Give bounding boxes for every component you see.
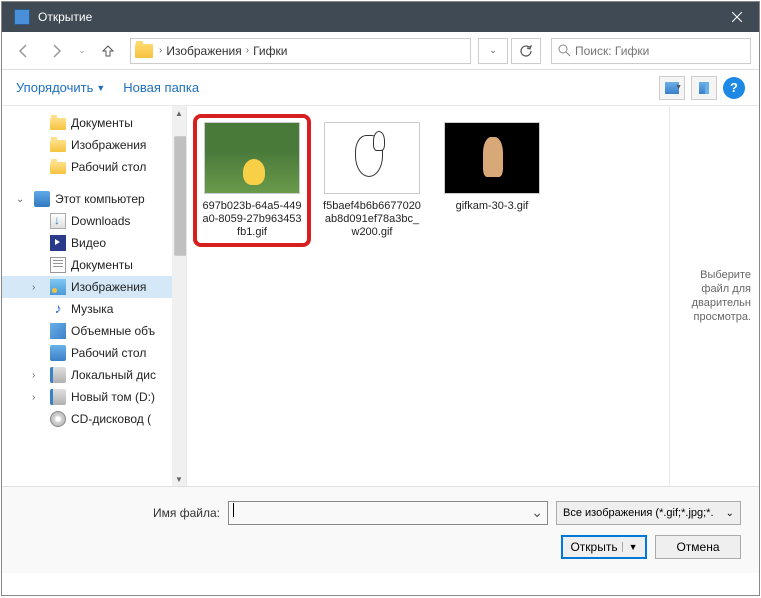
tree-item-music[interactable]: ♪Музыка <box>2 298 186 320</box>
scroll-thumb[interactable] <box>174 136 187 256</box>
organize-button[interactable]: Упорядочить▼ <box>16 80 105 95</box>
view-mode-button[interactable] <box>659 76 685 100</box>
chevron-down-icon: ▼ <box>622 542 638 552</box>
tree-item-cddrive[interactable]: CD-дисковод ( <box>2 408 186 430</box>
dialog-body: Документы Изображения Рабочий стол ⌄Этот… <box>2 106 759 486</box>
chevron-down-icon: ⌄ <box>726 508 734 519</box>
tree-item-images2[interactable]: ›Изображения <box>2 276 186 298</box>
tree-item-documents2[interactable]: Документы <box>2 254 186 276</box>
folder-icon <box>135 44 153 58</box>
breadcrumb-level1[interactable]: Изображения <box>162 44 245 58</box>
tree-item-downloads[interactable]: Downloads <box>2 210 186 232</box>
refresh-button[interactable] <box>511 38 541 64</box>
breadcrumb-level2[interactable]: Гифки <box>249 44 291 58</box>
app-icon <box>14 9 30 25</box>
file-name: f5baef4b6b6677020ab8d091ef78a3bc_w200.gi… <box>321 200 423 239</box>
navigation-tree[interactable]: Документы Изображения Рабочий стол ⌄Этот… <box>2 106 187 486</box>
preview-pane-button[interactable] <box>691 76 717 100</box>
new-folder-button[interactable]: Новая папка <box>123 80 199 95</box>
command-toolbar: Упорядочить▼ Новая папка ? <box>2 70 759 106</box>
window-title: Открытие <box>38 10 714 24</box>
thumbnail <box>444 122 540 194</box>
file-list[interactable]: 697b023b-64a5-449a0-8059-27b963453fb1.gi… <box>187 106 669 486</box>
search-box[interactable] <box>551 38 751 64</box>
file-item[interactable]: f5baef4b6b6677020ab8d091ef78a3bc_w200.gi… <box>317 118 427 243</box>
chevron-down-icon: ▼ <box>96 83 105 93</box>
file-type-filter[interactable]: Все изображения (*.gif;*.jpg;*.⌄ <box>556 501 741 525</box>
scroll-up-icon[interactable]: ▲ <box>172 106 186 120</box>
tree-scrollbar[interactable]: ▲ ▼ <box>172 106 186 486</box>
tree-item-images[interactable]: Изображения <box>2 134 186 156</box>
address-bar[interactable]: › Изображения › Гифки <box>130 38 471 64</box>
back-button[interactable] <box>10 37 38 65</box>
nav-toolbar: ⌄ › Изображения › Гифки ⌄ <box>2 32 759 70</box>
tree-item-thispc[interactable]: ⌄Этот компьютер <box>2 188 186 210</box>
file-item[interactable]: 697b023b-64a5-449a0-8059-27b963453fb1.gi… <box>197 118 307 243</box>
titlebar: Открытие <box>2 2 759 32</box>
bottom-panel: Имя файла: Все изображения (*.gif;*.jpg;… <box>2 486 759 573</box>
close-button[interactable] <box>714 2 759 32</box>
preview-pane: Выберите файл для дварительн просмотра. <box>669 106 759 486</box>
tree-item-documents[interactable]: Документы <box>2 112 186 134</box>
preview-placeholder: Выберите файл для дварительн просмотра. <box>678 268 751 324</box>
refresh-dropdown[interactable]: ⌄ <box>478 38 508 64</box>
thumbnail <box>324 122 420 194</box>
tree-item-video[interactable]: Видео <box>2 232 186 254</box>
scroll-down-icon[interactable]: ▼ <box>172 472 186 486</box>
file-name: gifkam-30-3.gif <box>441 200 543 213</box>
up-button[interactable] <box>94 37 122 65</box>
help-button[interactable]: ? <box>723 77 745 99</box>
file-item[interactable]: gifkam-30-3.gif <box>437 118 547 243</box>
filename-label: Имя файла: <box>20 506 220 520</box>
file-open-dialog: Открытие ⌄ › Изображения › Гифки ⌄ <box>1 1 760 596</box>
open-button[interactable]: Открыть ▼ <box>561 535 647 559</box>
search-icon <box>558 44 571 57</box>
recent-dropdown[interactable]: ⌄ <box>74 37 90 65</box>
tree-item-desktop[interactable]: Рабочий стол <box>2 156 186 178</box>
forward-button[interactable] <box>42 37 70 65</box>
thumbnail <box>204 122 300 194</box>
tree-item-newvolume[interactable]: ›Новый том (D:) <box>2 386 186 408</box>
file-name: 697b023b-64a5-449a0-8059-27b963453fb1.gi… <box>201 200 303 239</box>
tree-item-3dobjects[interactable]: Объемные объ <box>2 320 186 342</box>
search-input[interactable] <box>575 44 744 58</box>
filename-input[interactable] <box>228 501 548 525</box>
tree-item-desktop2[interactable]: Рабочий стол <box>2 342 186 364</box>
tree-item-localdisk[interactable]: ›Локальный дис <box>2 364 186 386</box>
cancel-button[interactable]: Отмена <box>655 535 741 559</box>
